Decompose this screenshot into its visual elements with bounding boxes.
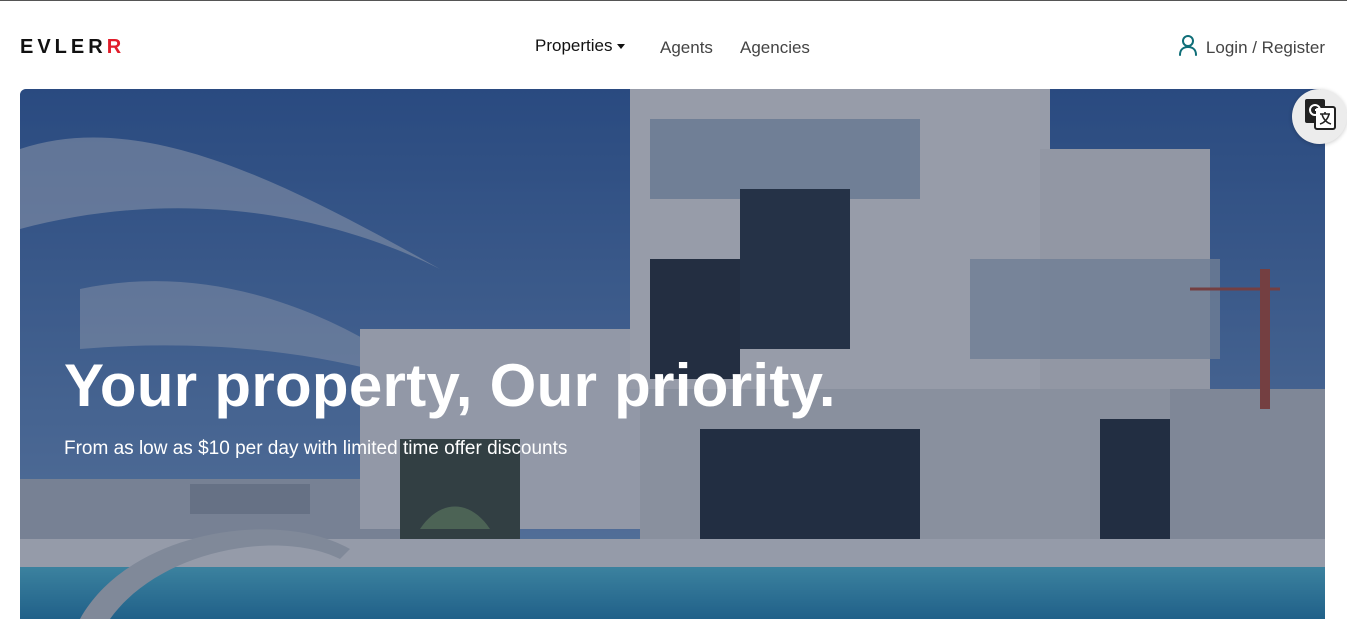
site-header: EVLERR Properties Agents Agencies Login … xyxy=(0,1,1347,89)
login-register-label: Login / Register xyxy=(1205,37,1325,57)
hero-subtitle: From as low as $10 per day with limited … xyxy=(64,438,568,459)
user-icon xyxy=(1178,34,1198,61)
google-translate-icon xyxy=(1303,97,1337,136)
logo-accent-letter: R xyxy=(106,36,126,58)
login-register-link[interactable]: Login / Register xyxy=(1178,34,1325,61)
logo[interactable]: EVLERR xyxy=(20,36,125,59)
nav-agencies-link[interactable]: Agencies xyxy=(740,38,810,58)
translate-widget-button[interactable] xyxy=(1292,89,1347,144)
nav-agents-link[interactable]: Agents xyxy=(660,38,713,58)
nav-properties-dropdown[interactable]: Properties xyxy=(535,36,626,56)
logo-text: EVLER xyxy=(20,36,107,58)
hero-banner: Your property, Our priority. From as low… xyxy=(20,89,1325,619)
main-nav: Properties Agents Agencies xyxy=(535,36,810,57)
caret-down-icon xyxy=(617,44,626,49)
hero-title: Your property, Our priority. xyxy=(64,352,836,419)
nav-properties-label: Properties xyxy=(535,36,613,55)
